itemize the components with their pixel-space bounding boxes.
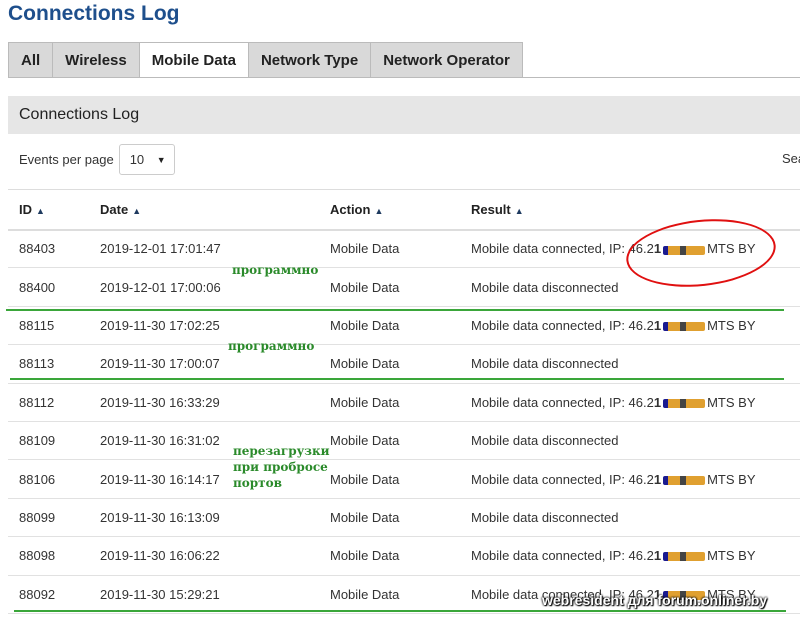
tab-mobile-data[interactable]: Mobile Data [138,42,248,78]
cell-date: 2019-11-30 15:29:21 [89,575,319,614]
redacted-ip-mask [663,475,706,485]
tab-bar: All Wireless Mobile Data Network Type Ne… [8,42,523,78]
green-separator-line [10,378,784,380]
sort-icon: ▲ [36,205,45,216]
events-value: 10 [129,152,145,167]
table-row: 88112 2019-11-30 16:33:29 Mobile Data Mobil… [8,383,800,422]
sort-icon: ▲ [374,205,384,216]
sort-icon: ▲ [514,205,524,216]
cell-id: 88099 [8,498,89,538]
annotation-port-forward-reboot: перезагрузки при пробросе портов [233,444,330,490]
cell-id: 88106 [8,459,89,499]
sort-icon: ▲ [132,205,142,216]
watermark: webresident для forum.onliner.by [542,592,768,608]
annotation-programmatic-2: программно [228,339,315,353]
redacted-ip-mask [663,322,706,332]
cell-action: Mobile Data [319,306,460,346]
ip-digit: 1 [653,317,662,333]
column-header-id[interactable]: ID ▲ [8,189,89,231]
cell-action: Mobile Data [319,229,460,269]
cell-id: 88092 [8,575,89,614]
events-label: Events per page [19,152,114,167]
cell-result: Mobile data connected, IP: 46.21 MTS BY [460,383,800,422]
ip-digit: 1 [653,471,662,487]
tab-network-type[interactable]: Network Type [247,42,371,78]
cell-date: 2019-11-30 16:33:29 [89,383,319,422]
tab-network-operator[interactable]: Network Operator [370,42,523,78]
table-row: 88098 2019-11-30 16:06:22 Mobile Data Mobil… [8,536,800,576]
search-label: Sea [782,151,800,166]
events-per-page: Events per page 10 ▼ [19,144,175,175]
cell-action: Mobile Data [319,383,460,422]
cell-action: Mobile Data [319,575,460,614]
cell-result: Mobile data disconnected [460,498,800,538]
cell-id: 88403 [8,229,89,269]
cell-result: Mobile data connected, IP: 46.21 MTS BY [460,536,800,576]
column-header-action[interactable]: Action ▲ [319,189,460,231]
table-row: 88115 2019-11-30 17:02:25 Mobile Data Mobil… [8,306,800,346]
green-separator-line [6,309,784,311]
cell-result: Mobile data disconnected [460,421,800,461]
column-header-date[interactable]: Date ▲ [89,189,319,231]
ip-digit: 1 [653,394,662,410]
chevron-down-icon: ▼ [156,154,166,165]
cell-action: Mobile Data [319,536,460,576]
cell-date: 2019-11-30 16:13:09 [89,498,319,538]
cell-id: 88109 [8,421,89,461]
cell-date: 2019-11-30 16:06:22 [89,536,319,576]
redacted-ip-mask [663,552,706,562]
tab-divider [8,77,800,78]
redacted-ip-mask [663,398,706,408]
cell-id: 88115 [8,306,89,346]
page-title: Connections Log [8,2,180,25]
cell-result: Mobile data connected, IP: 46.21 MTS BY [460,459,800,499]
cell-action: Mobile Data [319,498,460,538]
green-separator-line [14,610,786,612]
cell-id: 88098 [8,536,89,576]
annotation-programmatic-1: программно [232,263,319,277]
table-row: 88099 2019-11-30 16:13:09 Mobile Data Mobil… [8,498,800,538]
tab-wireless[interactable]: Wireless [52,42,139,78]
events-per-page-select[interactable]: 10 ▼ [118,144,175,175]
panel-title: Connections Log [8,96,800,134]
cell-result: Mobile data connected, IP: 46.21 MTS BY [460,306,800,346]
ip-digit: 1 [653,548,662,564]
table-row: 88109 2019-11-30 16:31:02 Mobile Data Mobil… [8,421,800,461]
cell-action: Mobile Data [319,267,460,307]
cell-id: 88400 [8,267,89,307]
tab-all[interactable]: All [8,42,53,78]
table-row: 88106 2019-11-30 16:14:17 Mobile Data Mobil… [8,459,800,499]
cell-id: 88112 [8,383,89,422]
cell-action: Mobile Data [319,459,460,499]
cell-action: Mobile Data [319,421,460,461]
